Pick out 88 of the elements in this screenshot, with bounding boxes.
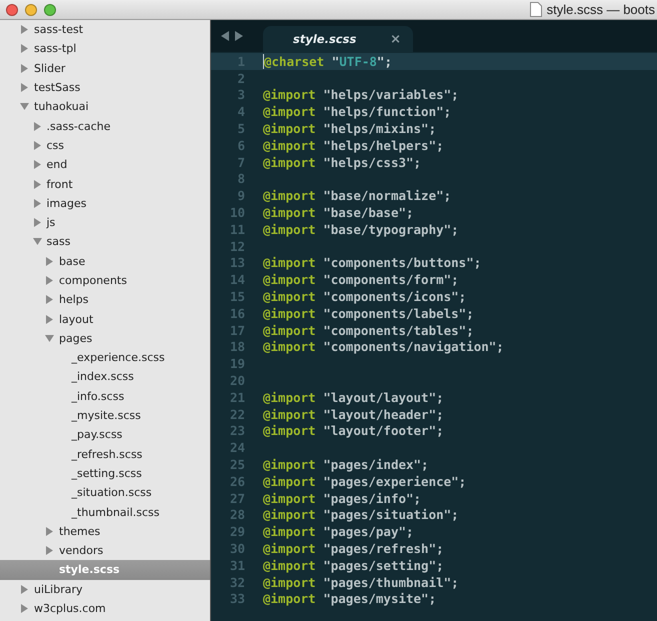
sidebar-item[interactable]: _experience.scss [0,348,210,368]
code-line: @import "pages/mysite"; [263,590,436,608]
sidebar-item[interactable]: _mysite.scss [0,406,210,426]
sidebar-item[interactable]: _setting.scss [0,464,210,484]
sidebar-item[interactable]: pages [0,328,210,348]
collapsed-arrow-icon[interactable] [32,122,42,131]
code-line: @import "helps/function"; [263,103,452,120]
sidebar-item[interactable]: uiLibrary [0,580,210,599]
collapsed-arrow-icon[interactable] [20,83,29,92]
sidebar-item[interactable]: js [0,212,210,232]
code-line: @import "components/labels"; [263,304,474,322]
code-line: @import "components/navigation"; [263,338,504,356]
sidebar-item[interactable]: images [0,194,210,213]
document-icon [530,2,542,17]
expanded-arrow-icon[interactable] [45,334,54,343]
sidebar-item[interactable]: sass-tpl [0,39,210,59]
code-line: @import "helps/mixins"; [263,120,436,137]
collapsed-arrow-icon[interactable] [45,546,54,556]
sidebar-item[interactable]: tuhaokuai [0,97,210,116]
sidebar-item[interactable]: _refresh.scss [0,444,210,464]
expanded-arrow-icon[interactable] [32,237,42,246]
sidebar-item[interactable]: testSass [0,78,210,98]
collapsed-arrow-icon[interactable] [20,584,29,594]
collapsed-arrow-icon[interactable] [45,314,54,324]
sidebar-item[interactable]: base [0,252,210,271]
code-line: @import "components/tables"; [263,322,474,339]
code-line: @import "base/base"; [263,204,414,221]
collapsed-arrow-icon[interactable] [20,64,29,73]
code-line: @import "pages/setting"; [263,556,444,574]
sidebar-item[interactable]: sass-test [0,20,210,40]
code-line: @import "pages/pay"; [263,523,414,540]
sidebar-item[interactable]: _pay.scss [0,425,210,445]
code-line: @import "helps/variables"; [263,86,459,104]
collapsed-arrow-icon[interactable] [45,276,54,285]
collapsed-arrow-icon[interactable] [20,25,29,34]
sidebar-item[interactable]: layout [0,309,210,329]
sidebar-item[interactable]: themes [0,522,210,542]
sidebar-item[interactable]: end [0,155,210,174]
code-line: @import "pages/refresh"; [263,540,444,557]
code-line: @charset "UTF-8"; [264,53,392,70]
collapsed-arrow-icon[interactable] [32,140,42,150]
code-line: @import "base/normalize"; [263,187,452,204]
forward-arrow-icon[interactable] [234,31,243,41]
code-line: @import "layout/layout"; [263,388,444,406]
code-line: @import "components/icons"; [263,288,466,305]
back-arrow-icon[interactable] [221,31,230,41]
code-line: @import "helps/css3"; [263,154,422,171]
code-line: @import "pages/info"; [263,490,422,507]
sidebar-item[interactable]: _situation.scss [0,483,210,502]
window-title: style.scss — boots [546,2,655,17]
editor-tab[interactable]: style.scss × [263,26,413,52]
sidebar-item[interactable]: _thumbnail.scss [0,502,210,522]
sidebar-item[interactable]: w3cplus.com [0,598,210,618]
sidebar-item[interactable]: css [0,136,210,156]
collapsed-arrow-icon[interactable] [45,526,54,536]
zoom-window-button[interactable] [44,4,56,16]
code-line: @import "layout/header"; [263,406,444,423]
collapsed-arrow-icon[interactable] [20,44,29,54]
code-line: @import "pages/index"; [263,456,429,473]
sidebar-item[interactable]: helps [0,290,210,310]
minimize-window-button[interactable] [25,4,37,16]
sidebar-item[interactable]: _info.scss [0,386,210,406]
collapsed-arrow-icon[interactable] [45,295,54,304]
code-line: @import "helps/helpers"; [263,136,444,154]
collapsed-arrow-icon[interactable] [32,198,42,208]
collapsed-arrow-icon[interactable] [20,604,29,614]
collapsed-arrow-icon[interactable] [32,218,42,228]
close-window-button[interactable] [6,4,18,16]
expanded-arrow-icon[interactable] [20,102,29,112]
close-tab-icon[interactable]: × [390,32,401,46]
sidebar-item[interactable]: sass [0,232,210,252]
sidebar-item[interactable]: _index.scss [0,367,210,387]
sidebar-item[interactable]: front [0,174,210,194]
collapsed-arrow-icon[interactable] [32,160,42,170]
code-line: @import "pages/situation"; [263,506,459,524]
code-line: @import "components/form"; [263,271,459,288]
code-line: @import "layout/footer"; [263,422,444,440]
code-line: @import "pages/experience"; [263,472,466,490]
code-line: @import "base/typography"; [263,220,459,238]
code-line: @import "components/buttons"; [263,254,482,272]
sidebar-item[interactable]: vendors [0,541,210,560]
collapsed-arrow-icon[interactable] [32,180,42,189]
text-caret [263,54,264,69]
code-line: @import "pages/thumbnail"; [263,574,459,590]
sidebar-item[interactable]: Slider [0,58,210,78]
collapsed-arrow-icon[interactable] [45,256,54,266]
sidebar-item[interactable]: components [0,270,210,290]
sidebar-item[interactable]: .sass-cache [0,116,210,136]
